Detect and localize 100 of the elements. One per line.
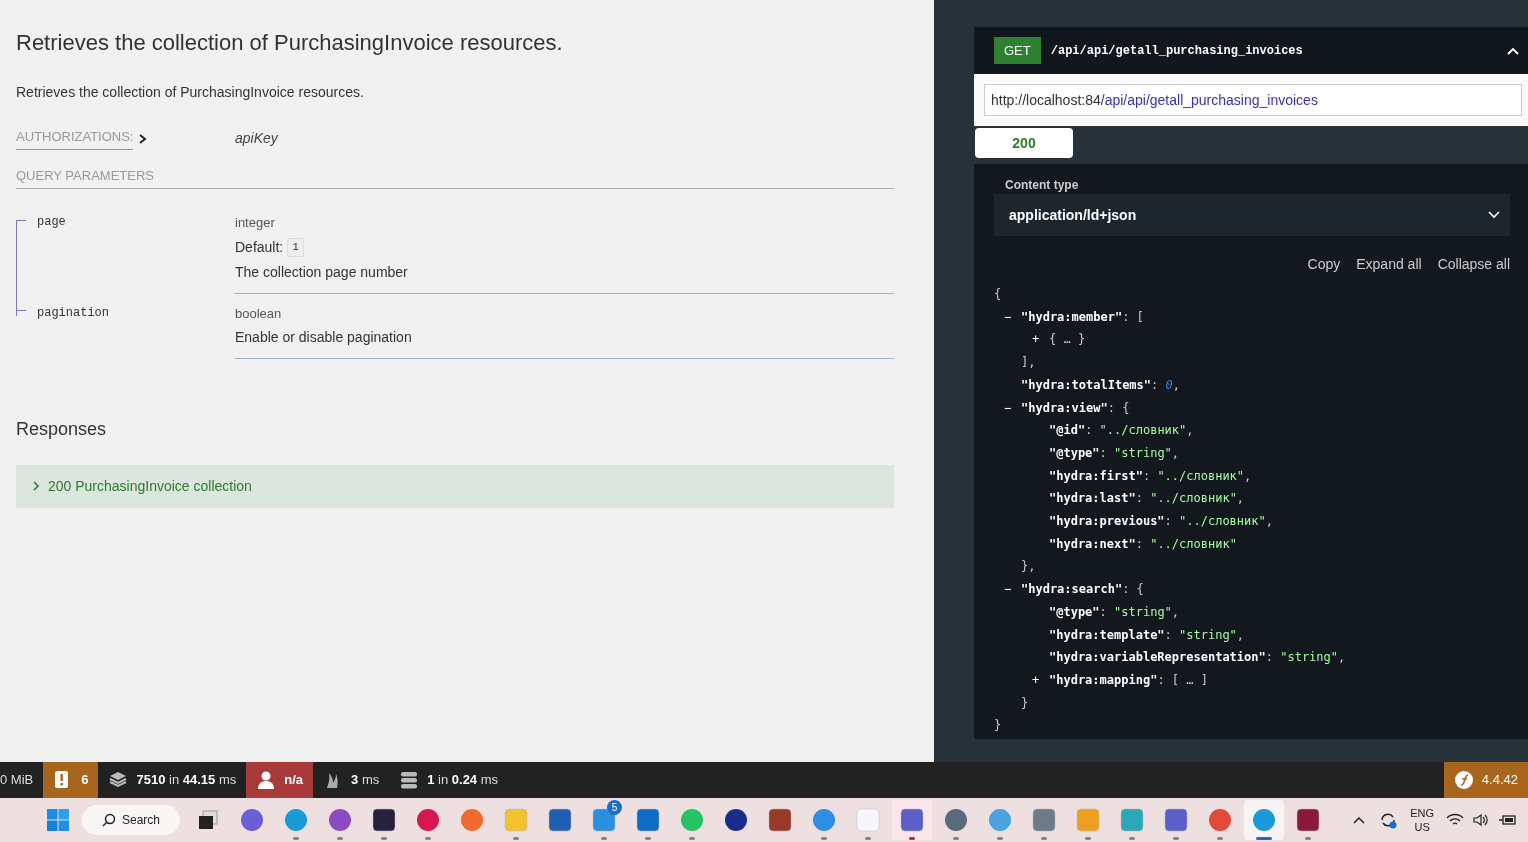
json-key: "hydra:next" (1049, 536, 1136, 551)
toolbar-panel[interactable]: n/a (246, 762, 314, 798)
json-punctuation: , (1236, 627, 1245, 642)
json-punctuation: : (1099, 445, 1108, 460)
status-tab[interactable]: 200 (975, 128, 1073, 158)
parameter-name: page (37, 215, 66, 230)
json-punctuation: } (994, 718, 1002, 733)
wifi-icon[interactable] (1446, 813, 1464, 827)
version-panel[interactable]: 4.4.42 (1443, 762, 1528, 798)
json-key: "hydra:view" (1021, 400, 1108, 415)
json-punctuation: } (1021, 695, 1029, 710)
json-punctuation: : (1164, 514, 1173, 529)
toolbar-value[interactable]: 1 in 0.24 ms (427, 770, 499, 790)
json-number: 0 (1165, 377, 1173, 392)
default-value: 1 (287, 238, 304, 257)
toolbar-value[interactable]: 3 ms (351, 770, 380, 790)
json-string: "string" (1114, 445, 1172, 460)
toggle-button[interactable]: − (1004, 305, 1021, 329)
json-key: "hydra:totalItems" (1021, 377, 1152, 392)
json-string: "../словник" (1150, 491, 1237, 506)
speaker-icon[interactable] (1472, 813, 1490, 827)
json-punctuation: , (1265, 514, 1273, 529)
taskbar-app[interactable]: 5 (584, 800, 624, 840)
parameter-description: The collection page number (235, 262, 409, 282)
notification-badge: 5 (607, 800, 622, 815)
windows-logo-icon (46, 808, 70, 832)
layers-icon (108, 770, 129, 790)
json-punctuation: }, (1021, 559, 1036, 574)
response-toggle[interactable]: 200 PurchasingInvoice collection (16, 465, 894, 508)
json-key: "hydra:mapping" (1049, 672, 1158, 687)
toolbar-value[interactable]: 6 (81, 770, 89, 790)
json-punctuation: ], (1021, 355, 1036, 370)
json-key: "hydra:member" (1021, 309, 1123, 324)
search-icon (102, 813, 116, 827)
json-punctuation: : (1142, 468, 1152, 483)
version-text: 4.4.42 (1481, 771, 1518, 790)
json-punctuation: , (1172, 377, 1180, 392)
user-icon (256, 770, 277, 790)
json-key: "hydra:last" (1049, 491, 1136, 506)
chevron-right-icon[interactable] (137, 132, 148, 145)
parameter-type: integer (235, 214, 276, 233)
default-label: Default: (235, 237, 284, 257)
json-punctuation: , (1171, 445, 1180, 460)
action-button[interactable]: Copy (1291, 254, 1341, 275)
parameter-type: boolean (235, 304, 283, 323)
operation-title: Retrieves the collection of PurchasingInvoice resources. (16, 30, 564, 57)
chevron-down-icon (1488, 211, 1500, 219)
action-button[interactable]: Collapse all (1421, 254, 1510, 275)
query-parameters-label: QUERY PARAMETERS (16, 165, 894, 190)
json-punctuation: : (1151, 377, 1160, 392)
toggle-button[interactable]: + (1032, 328, 1049, 352)
operation-description: Retrieves the collection of PurchasingInvoice resources. (16, 83, 365, 103)
json-string: "../словник" (1157, 468, 1245, 483)
toolbar-value[interactable]: 0 MiB (0, 770, 34, 790)
search-field[interactable]: Search (82, 805, 180, 835)
toggle-button[interactable]: − (1004, 578, 1021, 601)
endpoint-path: /api/api/getall_purchasing_invoices (1050, 42, 1304, 60)
json-key: "@type" (1049, 604, 1100, 619)
json-string: "../словник" (1179, 514, 1266, 529)
json-punctuation: , (1236, 491, 1245, 506)
toggle-button[interactable]: + (1032, 668, 1049, 692)
json-punctuation: : (1135, 491, 1144, 506)
symfony-logo-icon (1453, 770, 1474, 790)
json-key: "@id" (1049, 423, 1086, 438)
battery-icon[interactable] (1498, 813, 1518, 827)
json-punctuation: : (1164, 627, 1173, 642)
json-punctuation: { (994, 287, 1002, 301)
json-punctuation: : (1135, 536, 1144, 551)
json-string: "string" (1114, 604, 1172, 619)
windows-stack-icon (197, 809, 219, 831)
toolbar-value[interactable]: 7510 in 44.15 ms (136, 770, 237, 790)
server-icon (399, 770, 420, 790)
json-key: "hydra:previous" (1049, 514, 1165, 529)
chevron-up-icon[interactable] (1506, 45, 1520, 56)
language-indicator[interactable]: ENG US (1410, 806, 1434, 834)
chevron-up-icon[interactable] (1352, 815, 1367, 825)
json-punctuation: : (1265, 650, 1274, 665)
json-punctuation: : (1099, 604, 1108, 619)
json-key: "hydra:template" (1049, 627, 1165, 642)
json-punctuation: , (1186, 423, 1194, 438)
json-key: "hydra:variableRepresentation" (1049, 650, 1266, 665)
json-punctuation: : { (1122, 582, 1144, 597)
action-button[interactable]: Expand all (1340, 254, 1422, 275)
toolbar-value[interactable]: n/a (284, 770, 304, 790)
json-punctuation: : [ (1122, 309, 1144, 324)
json-punctuation: , (1244, 468, 1252, 483)
toggle-button[interactable]: − (1004, 396, 1021, 420)
json-key: "hydra:first" (1049, 468, 1143, 483)
json-punctuation: : (1085, 423, 1094, 438)
json-punctuation: { … } (1049, 332, 1086, 347)
authorization-name: apiKey (235, 129, 278, 149)
json-string: "../словник" (1099, 423, 1187, 438)
content-type-select[interactable]: application/ld+json (994, 194, 1510, 236)
json-punctuation: , (1338, 650, 1346, 665)
json-string: "../словник" (1150, 536, 1237, 551)
request-header[interactable]: GET /api/api/getall_purchasing_invoices (974, 27, 1528, 74)
parameter-name: pagination (37, 305, 109, 320)
toolbar-panel[interactable]: 6 (43, 762, 99, 798)
json-string: "string" (1179, 627, 1237, 642)
url-field[interactable]: http://localhost:84/api/api/getall_purchasing_invoices (984, 84, 1522, 116)
